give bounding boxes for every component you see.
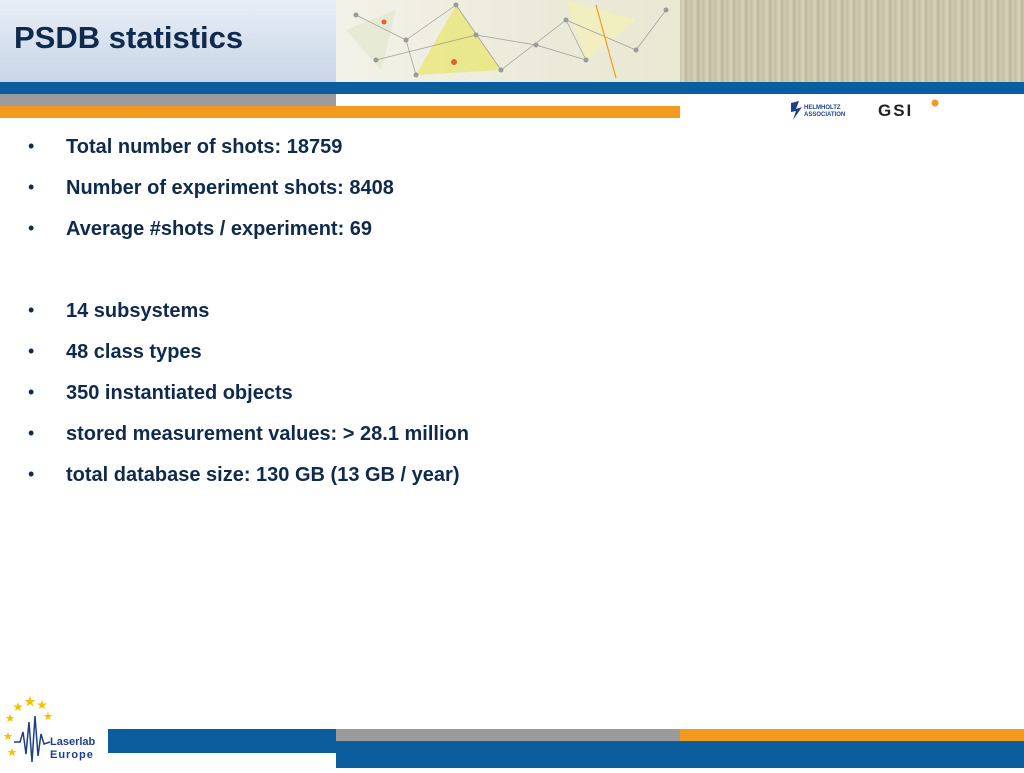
bullet-marker: •	[28, 136, 35, 156]
bullet-marker: •	[28, 300, 35, 320]
laserlab-logo-text: Laserlab Europe	[50, 736, 95, 762]
list-item-text: 14 subsystems	[66, 300, 210, 322]
list-item-text: Total number of shots: 18759	[66, 136, 343, 158]
laserlab-logo: Laserlab Europe	[0, 692, 108, 768]
top-grey-stripe	[0, 94, 336, 106]
laserlab-logo-line2: Europe	[50, 749, 94, 761]
bottom-grey-stripe	[336, 729, 680, 741]
helmholtz-logo: HELMHOLTZ ASSOCIATION	[790, 100, 850, 122]
gsi-logo: GSI	[878, 98, 942, 122]
banner-right-texture	[680, 0, 1024, 82]
laserlab-logo-line1: Laserlab	[50, 736, 96, 748]
banner-network-image	[336, 0, 680, 82]
bullet-marker: •	[28, 423, 35, 443]
top-orange-stripe	[0, 106, 680, 118]
gsi-logo-text: GSI	[878, 101, 914, 120]
list-item-text: Average #shots / experiment: 69	[66, 218, 373, 240]
list-item-text: stored measurement values: > 28.1 millio…	[66, 423, 469, 445]
helmholtz-logo-text: HELMHOLTZ ASSOCIATION	[804, 105, 846, 118]
bullet-marker: •	[28, 218, 35, 238]
list-item-text: 48 class types	[66, 341, 202, 363]
list-item-text: 350 instantiated objects	[66, 382, 293, 404]
bottom-blue-stripe-3	[336, 753, 1024, 768]
gsi-dot-icon	[931, 99, 939, 107]
bullet-marker: •	[28, 382, 35, 402]
bottom-orange-stripe	[680, 729, 1024, 741]
bullet-marker: •	[28, 341, 35, 361]
network-graphic	[346, 0, 669, 79]
bullet-marker: •	[28, 177, 35, 197]
bottom-blue-stripe-2	[108, 741, 1024, 753]
bottom-white-gap	[108, 753, 336, 768]
top-blue-stripe	[0, 82, 1024, 94]
helmholtz-mark-icon	[791, 101, 802, 120]
page-title: PSDB statistics	[14, 20, 244, 55]
list-item-text: Number of experiment shots: 8408	[66, 177, 394, 199]
bullet-marker: •	[28, 464, 35, 484]
list-item-text: total database size: 130 GB (13 GB / yea…	[66, 464, 460, 486]
